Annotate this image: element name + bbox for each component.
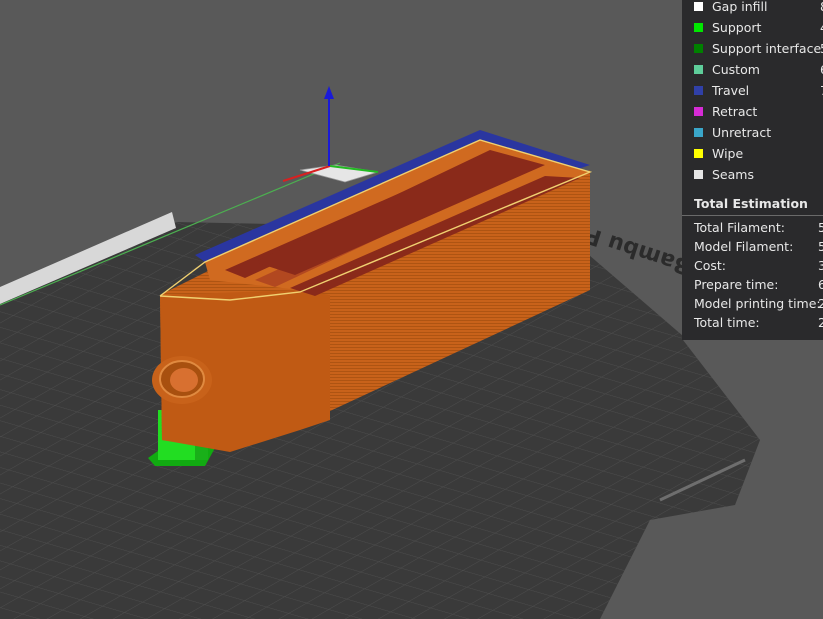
- legend-item[interactable]: Wipe: [682, 145, 823, 163]
- estimation-label: Prepare time:: [694, 277, 779, 292]
- estimation-label: Total Filament:: [694, 220, 785, 235]
- legend-swatch: [694, 23, 703, 32]
- legend-swatch: [694, 65, 703, 74]
- model-tube-inner: [170, 368, 198, 392]
- divider: [682, 215, 823, 216]
- legend-panel: Gap infill8 Support4 Support interface5 …: [682, 0, 823, 340]
- legend-item[interactable]: Retract: [682, 103, 823, 121]
- estimation-row: Total time: 2: [682, 314, 823, 332]
- estimation-row: Model printing time: 2: [682, 295, 823, 313]
- legend-swatch: [694, 44, 703, 53]
- legend-item-label: Custom: [712, 62, 760, 77]
- legend-item-label: Travel: [712, 83, 750, 98]
- estimation-value: 3: [818, 258, 823, 273]
- legend-item-label: Support: [712, 20, 762, 35]
- legend-swatch: [694, 86, 703, 95]
- legend-item-label: Seams: [712, 167, 754, 182]
- estimation-row: Cost: 3: [682, 257, 823, 275]
- legend-item[interactable]: Custom6: [682, 61, 823, 79]
- axis-z-arrow-icon: [324, 86, 334, 99]
- estimation-value: 2: [818, 296, 823, 311]
- legend-item[interactable]: Support4: [682, 19, 823, 37]
- estimation-label: Model Filament:: [694, 239, 794, 254]
- legend-swatch: [694, 170, 703, 179]
- legend-item-label: Support interface: [712, 41, 822, 56]
- legend-item-label: Unretract: [712, 125, 772, 140]
- legend-swatch: [694, 107, 703, 116]
- estimation-value: 5: [818, 239, 823, 254]
- legend-item[interactable]: Unretract: [682, 124, 823, 142]
- total-estimation-title: Total Estimation: [694, 196, 808, 211]
- estimation-value: 2: [818, 315, 823, 330]
- estimation-row: Model Filament: 5: [682, 238, 823, 256]
- estimation-label: Cost:: [694, 258, 727, 273]
- estimation-label: Total time:: [694, 315, 760, 330]
- legend-swatch: [694, 2, 703, 11]
- estimation-value: 5: [818, 220, 823, 235]
- estimation-row: Total Filament: 5: [682, 219, 823, 237]
- legend-swatch: [694, 149, 703, 158]
- legend-item[interactable]: Travel7: [682, 82, 823, 100]
- estimation-value: 6: [818, 277, 823, 292]
- legend-item[interactable]: Seams: [682, 166, 823, 184]
- legend-item[interactable]: Support interface5: [682, 40, 823, 58]
- legend-item-label: Wipe: [712, 146, 744, 161]
- legend-swatch: [694, 128, 703, 137]
- legend-item[interactable]: Gap infill8: [682, 0, 823, 16]
- legend-item-label: Retract: [712, 104, 758, 119]
- estimation-label: Model printing time:: [694, 296, 821, 311]
- estimation-row: Prepare time: 6: [682, 276, 823, 294]
- legend-item-label: Gap infill: [712, 0, 768, 14]
